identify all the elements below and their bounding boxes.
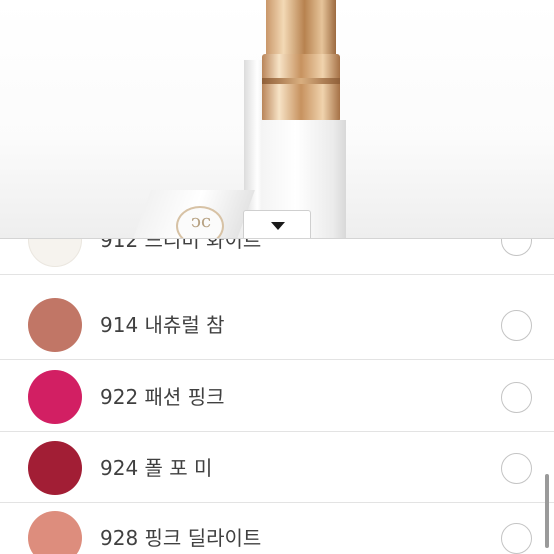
list-item[interactable]: 924 폴 포 미 [0,431,554,503]
shade-swatch [28,239,82,267]
lipstick-gold-collar [262,54,340,122]
list-item[interactable]: 922 패션 핑크 [0,360,554,432]
shade-swatch [28,298,82,352]
shade-swatch [28,441,82,495]
shade-radio[interactable] [501,523,532,554]
lipstick-collar-band [262,78,340,84]
shade-label: 912 드리미 화이트 [100,238,262,252]
shade-label: 924 폴 포 미 [100,456,213,480]
shade-radio[interactable] [501,382,532,413]
shade-label: 928 핑크 딜라이트 [100,526,262,550]
lipstick-bullet [266,0,336,56]
collapse-dropdown-button[interactable] [243,210,311,240]
caret-down-icon [271,222,285,230]
shade-label: 922 패션 핑크 [100,385,225,409]
list-item[interactable]: 928 핑크 딜라이트 [0,501,554,554]
shade-radio[interactable] [501,239,532,256]
shade-swatch [28,511,82,554]
shade-swatch [28,370,82,424]
list-item[interactable]: 912 드리미 화이트 [0,238,554,275]
scrollbar[interactable] [545,474,549,548]
shade-radio[interactable] [501,453,532,484]
chanel-logo-icon: ↄc [190,211,212,232]
shade-label: 914 내츄럴 참 [100,313,225,337]
shade-radio[interactable] [501,310,532,341]
list-item[interactable]: 914 내츄럴 참 [0,288,554,360]
shade-options-list[interactable]: 912 드리미 화이트 914 내츄럴 참 922 패션 핑크 924 폴 포 … [0,238,554,554]
product-image: ↄc [0,0,554,238]
